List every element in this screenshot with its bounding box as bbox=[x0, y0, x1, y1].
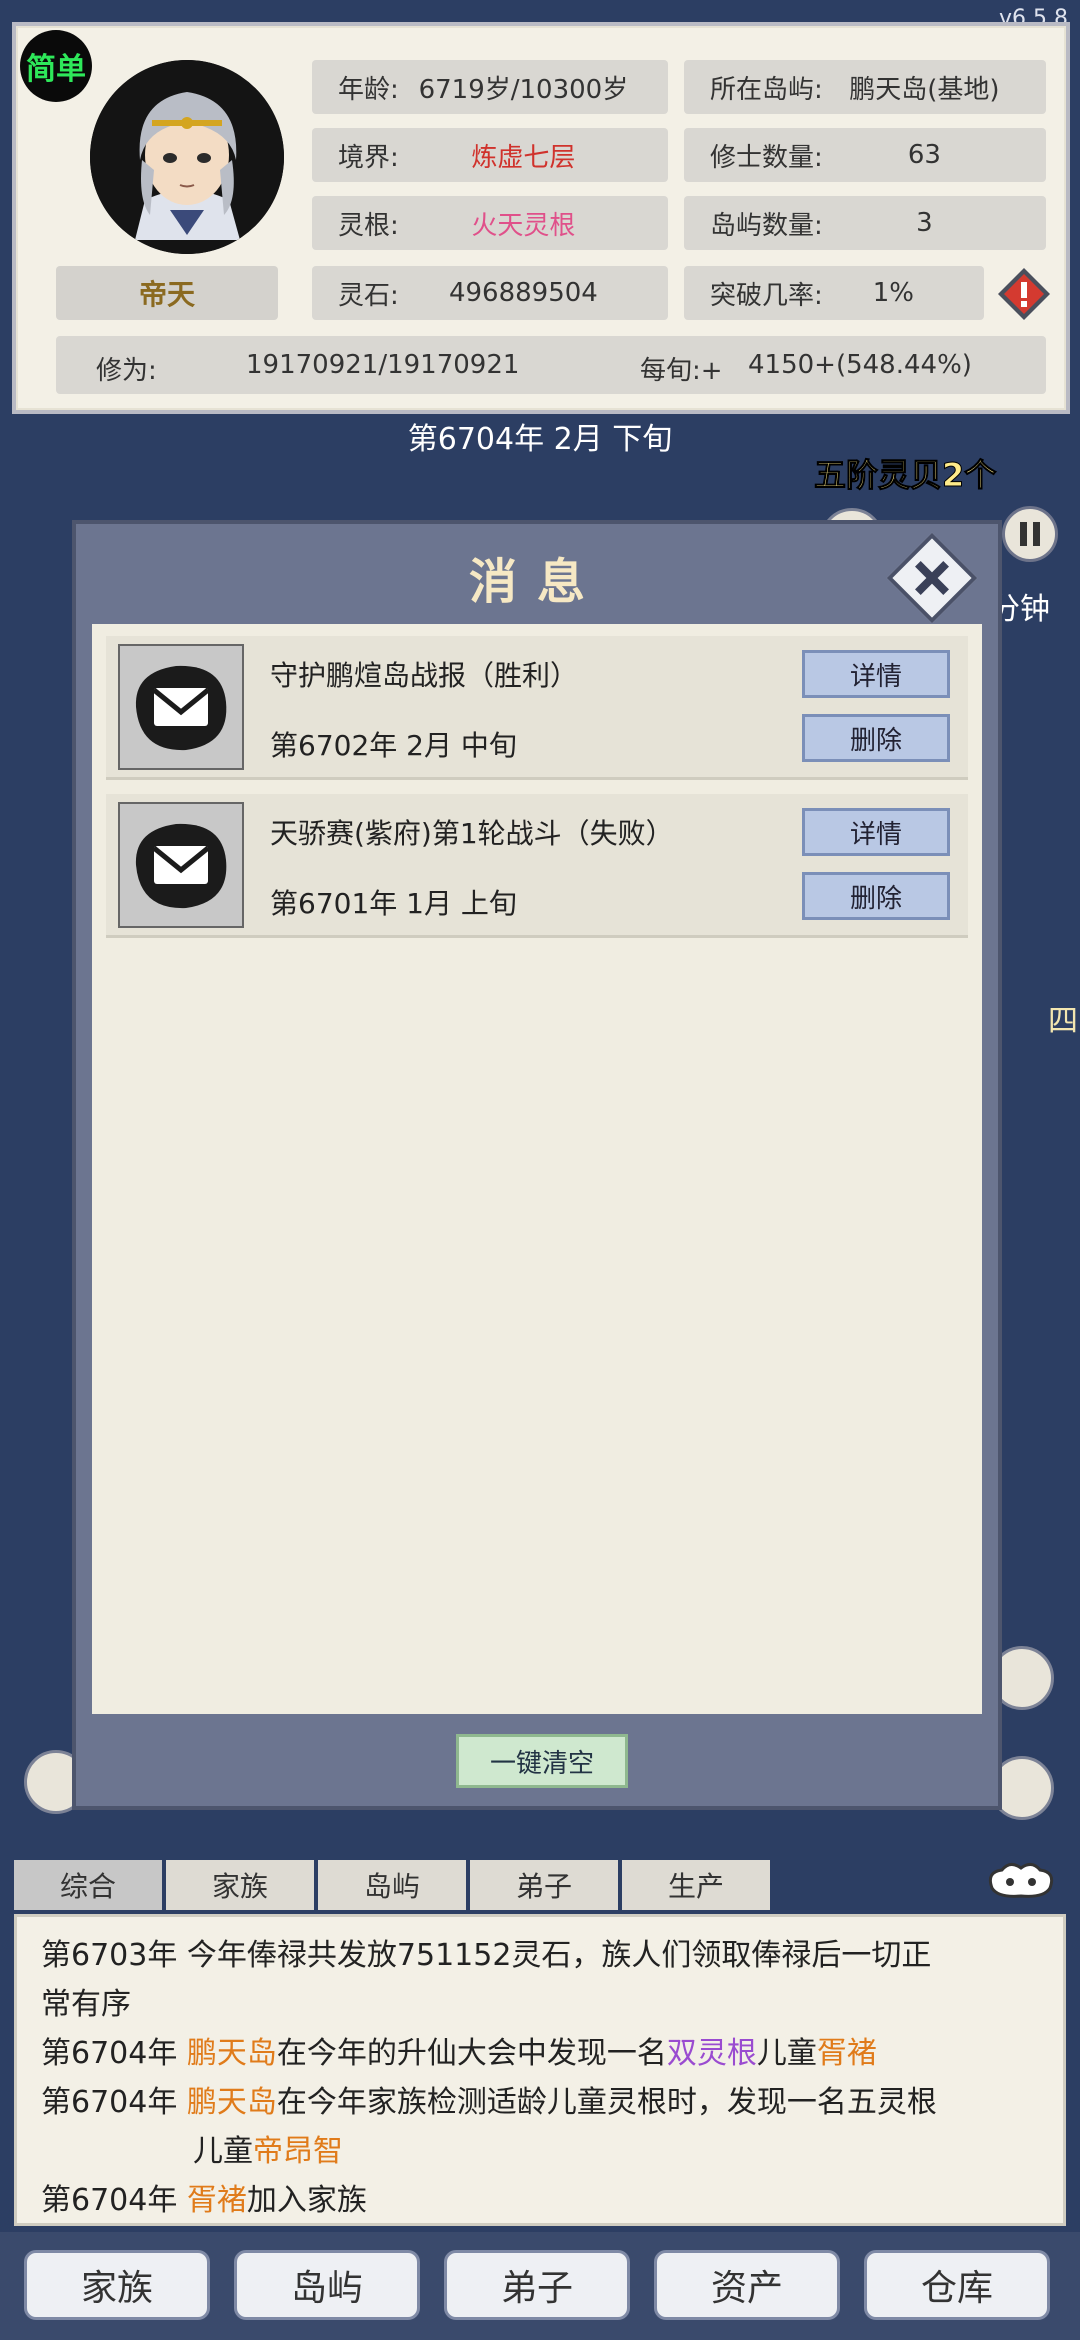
stat-realm-label: 境界: bbox=[338, 142, 399, 173]
cultivation-value: 19170921/19170921 bbox=[246, 350, 520, 380]
message-time: 第6701年 1月 上旬 bbox=[270, 887, 517, 920]
stat-age-value: 6719岁/10300岁 bbox=[418, 74, 629, 105]
stat-breakthrough: 突破几率: 1% bbox=[684, 266, 984, 320]
stat-islands: 岛屿数量: 3 bbox=[684, 196, 1046, 250]
dialog-title: 消息 bbox=[468, 554, 605, 610]
stat-disciples-label: 修士数量: bbox=[710, 142, 823, 173]
log-year: 第6704年 bbox=[41, 2085, 178, 2120]
stat-island-value: 鹏天岛(基地) bbox=[849, 74, 1000, 105]
log-island-name[interactable]: 鹏天岛 bbox=[187, 2036, 277, 2071]
log-year: 第6704年 bbox=[41, 2183, 178, 2218]
difficulty-badge: 简单 bbox=[20, 30, 92, 102]
tab-islands[interactable]: 岛屿 bbox=[318, 1860, 466, 1910]
reward-banner-text: 五阶灵贝2个 bbox=[813, 456, 997, 495]
log-text: 在今年的升仙大会中发现一名 bbox=[276, 2036, 667, 2071]
nav-warehouse-button[interactable]: 仓库 bbox=[864, 2250, 1050, 2320]
stat-breakthrough-value: 1% bbox=[872, 278, 914, 308]
log-line: 第6704年 鹏天岛在今年的升仙大会中发现一名双灵根儿童胥褚 bbox=[41, 2029, 1045, 2078]
event-log: 第6703年 今年俸禄共发放751152灵石，族人们领取俸禄后一切正 常有序 第… bbox=[14, 1914, 1066, 2226]
log-line: 第6704年 胥褚加入家族 bbox=[41, 2176, 1045, 2225]
stat-breakthrough-label: 突破几率: bbox=[710, 280, 823, 311]
delete-button[interactable]: 删除 bbox=[802, 872, 950, 920]
stat-island: 所在岛屿: 鹏天岛(基地) bbox=[684, 60, 1046, 114]
log-spirit-root: 双灵根 bbox=[666, 2036, 757, 2071]
tab-production[interactable]: 生产 bbox=[622, 1860, 770, 1910]
envelope-icon bbox=[118, 802, 244, 928]
tab-general[interactable]: 综合 bbox=[14, 1860, 162, 1910]
message-item[interactable]: 天骄赛(紫府)第1轮战斗（失败） 第6701年 1月 上旬 详情 删除 bbox=[106, 794, 968, 938]
message-dialog: 消息 守护鹏煊岛战报（胜利） 第6702年 2月 中旬 详情 删除 天骄赛(紫府… bbox=[72, 520, 1002, 1810]
bottom-nav: 家族 岛屿 弟子 资产 仓库 bbox=[0, 2232, 1080, 2340]
avatar-portrait-icon bbox=[90, 60, 284, 254]
stat-spirit-stones-label: 灵石: bbox=[338, 280, 399, 311]
pause-button[interactable] bbox=[1002, 506, 1058, 562]
log-line: 第6704年 鹏天岛在今年家族检测适龄儿童灵根时，发现一名五灵根 bbox=[41, 2078, 1045, 2127]
clear-all-button[interactable]: 一键清空 bbox=[456, 1734, 628, 1788]
stat-disciples: 修士数量: 63 bbox=[684, 128, 1046, 182]
character-panel: 简单 帝天 年龄: 6719岁/10300岁 所在岛屿: 鹏天岛(基地) 境界:… bbox=[12, 22, 1070, 414]
log-person-name[interactable]: 胥褚 bbox=[187, 2183, 247, 2218]
log-tabs: 综合 家族 岛屿 弟子 生产 bbox=[14, 1860, 770, 1910]
log-island-name[interactable]: 鹏天岛 bbox=[187, 2085, 277, 2120]
tab-disciples[interactable]: 弟子 bbox=[470, 1860, 618, 1910]
stat-island-label: 所在岛屿: bbox=[710, 74, 823, 105]
cloud-ornament-icon[interactable] bbox=[984, 1858, 1058, 1902]
stat-age-label: 年龄: bbox=[338, 74, 399, 105]
detail-button[interactable]: 详情 bbox=[802, 650, 950, 698]
log-line: 儿童帝昂智 bbox=[41, 2127, 1045, 2176]
per-period-label: 每旬:+ bbox=[640, 356, 723, 386]
stat-spirit-root: 灵根: 火天灵根 bbox=[312, 196, 668, 250]
log-text: 常有序 bbox=[41, 1987, 131, 2022]
nav-assets-button[interactable]: 资产 bbox=[654, 2250, 840, 2320]
character-avatar[interactable] bbox=[90, 60, 284, 254]
log-text: 加入家族 bbox=[246, 2183, 367, 2218]
envelope-icon bbox=[118, 644, 244, 770]
stat-islands-value: 3 bbox=[916, 208, 933, 238]
map-side-text: 四 bbox=[1048, 1004, 1078, 1039]
nav-disciples-button[interactable]: 弟子 bbox=[444, 2250, 630, 2320]
breakthrough-warning-icon[interactable] bbox=[996, 266, 1052, 322]
message-list: 守护鹏煊岛战报（胜利） 第6702年 2月 中旬 详情 删除 天骄赛(紫府)第1… bbox=[92, 624, 982, 1714]
log-text: 今年俸禄共发放751152灵石，族人们领取俸禄后一切正 bbox=[186, 1938, 932, 1973]
log-text: 儿童 bbox=[193, 2134, 253, 2169]
message-time: 第6702年 2月 中旬 bbox=[270, 729, 517, 762]
log-person-name[interactable]: 胥褚 bbox=[817, 2036, 877, 2071]
log-year: 第6703年 bbox=[41, 1938, 178, 1973]
log-line: 第6703年 今年俸禄共发放751152灵石，族人们领取俸禄后一切正 bbox=[41, 1931, 1045, 1980]
stat-spirit-root-value: 火天灵根 bbox=[471, 210, 576, 241]
current-date: 第6704年 2月 下旬 bbox=[407, 422, 673, 457]
detail-button[interactable]: 详情 bbox=[802, 808, 950, 856]
message-item[interactable]: 守护鹏煊岛战报（胜利） 第6702年 2月 中旬 详情 删除 bbox=[106, 636, 968, 780]
nav-family-button[interactable]: 家族 bbox=[24, 2250, 210, 2320]
stat-disciples-value: 63 bbox=[907, 140, 941, 170]
stat-age: 年龄: 6719岁/10300岁 bbox=[312, 60, 668, 114]
stat-spirit-root-label: 灵根: bbox=[338, 210, 399, 241]
stat-spirit-stones-value: 496889504 bbox=[448, 278, 598, 308]
stat-realm-value: 炼虚七层 bbox=[471, 142, 576, 173]
log-person-name[interactable]: 帝昂智 bbox=[253, 2134, 343, 2169]
nav-islands-button[interactable]: 岛屿 bbox=[234, 2250, 420, 2320]
message-title: 天骄赛(紫府)第1轮战斗（失败） bbox=[270, 817, 674, 850]
stat-spirit-stones: 灵石: 496889504 bbox=[312, 266, 668, 320]
stat-realm: 境界: 炼虚七层 bbox=[312, 128, 668, 182]
delete-button[interactable]: 删除 bbox=[802, 714, 950, 762]
log-line: 常有序 bbox=[41, 1980, 1045, 2029]
log-year: 第6704年 bbox=[41, 2036, 178, 2071]
log-text: 儿童 bbox=[756, 2036, 817, 2071]
message-title: 守护鹏煊岛战报（胜利） bbox=[270, 659, 579, 692]
cultivation-label: 修为: bbox=[96, 356, 157, 386]
log-text: 在今年家族检测适龄儿童灵根时，发现一名五灵根 bbox=[276, 2085, 937, 2120]
cultivation-row: 修为: 19170921/19170921 每旬:+ 4150+(548.44%… bbox=[56, 336, 1046, 394]
per-period-value: 4150+(548.44%) bbox=[748, 350, 972, 380]
character-name[interactable]: 帝天 bbox=[56, 266, 278, 320]
tab-family[interactable]: 家族 bbox=[166, 1860, 314, 1910]
stat-islands-label: 岛屿数量: bbox=[710, 210, 823, 241]
